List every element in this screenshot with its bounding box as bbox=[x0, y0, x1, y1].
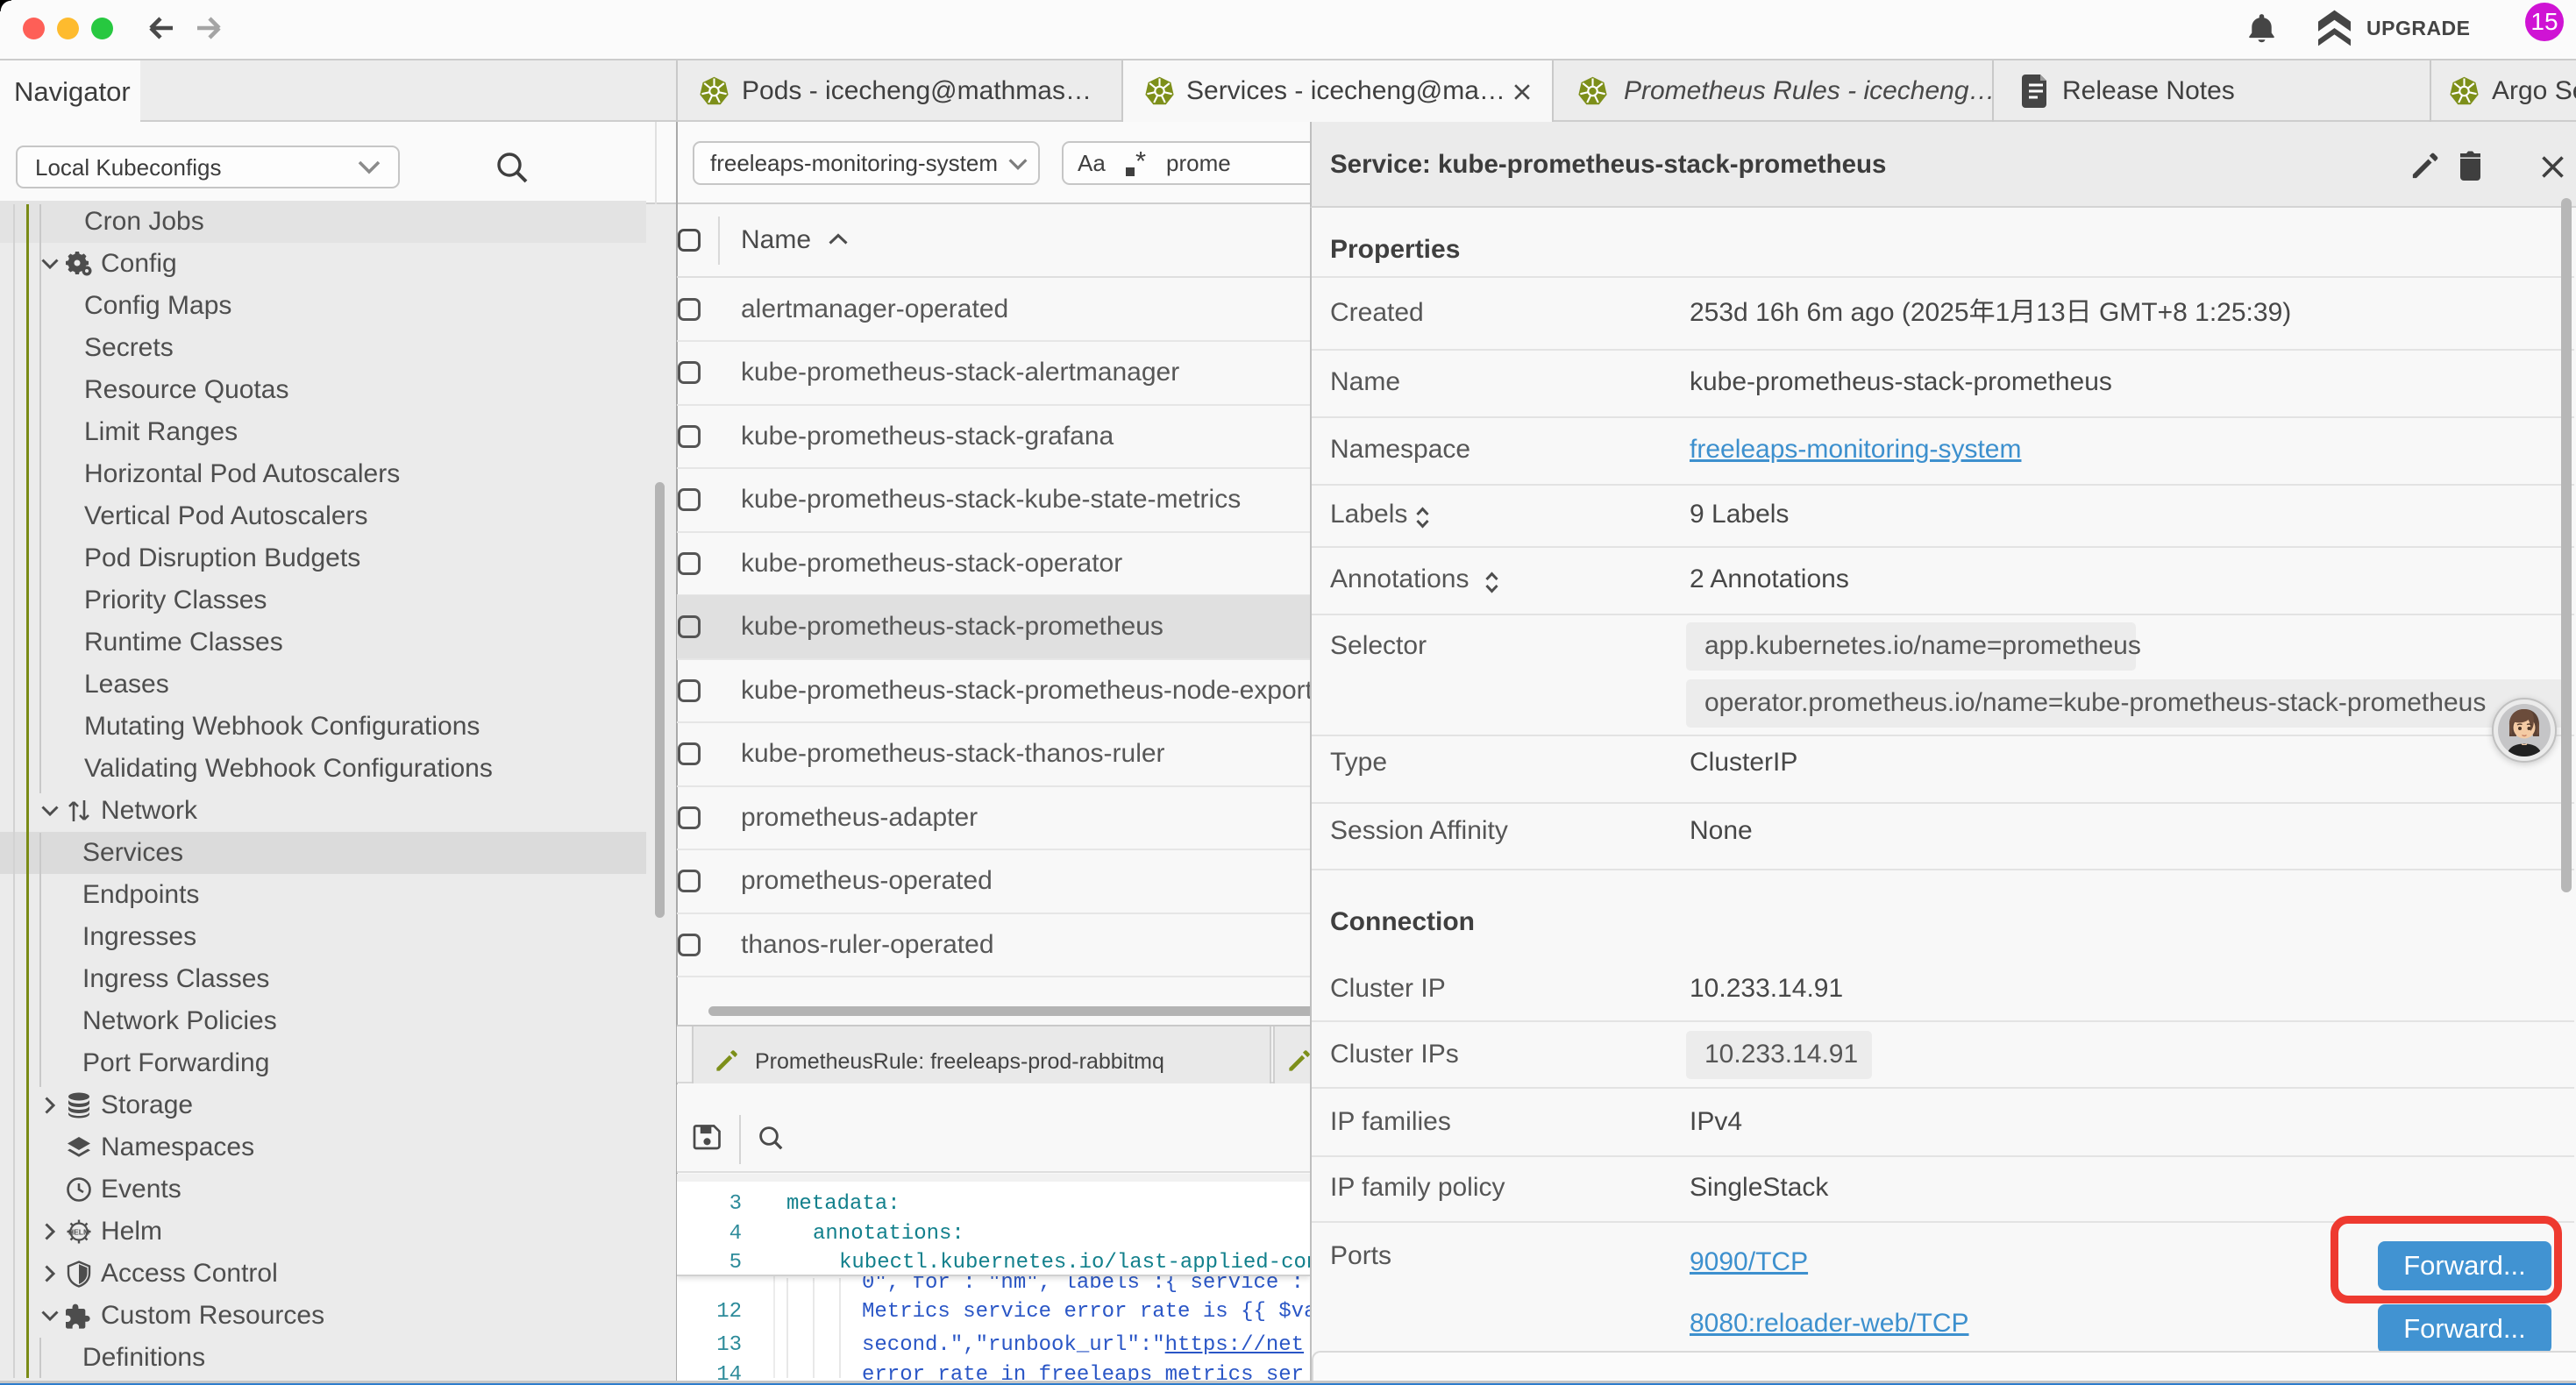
svg-text:HELM: HELM bbox=[68, 1228, 89, 1237]
